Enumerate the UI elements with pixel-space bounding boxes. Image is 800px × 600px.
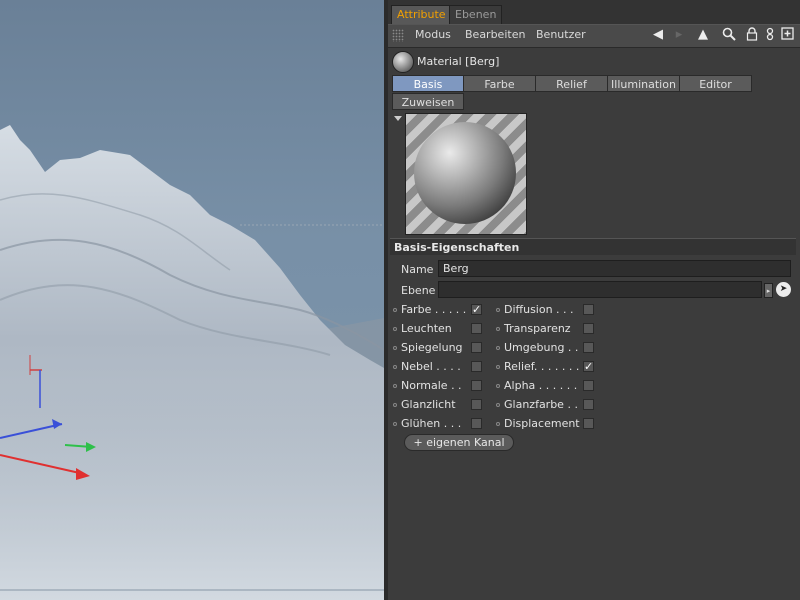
channel-label: Glanzfarbe . . [504,398,578,411]
animation-dot-icon[interactable] [393,346,397,350]
tab-attribute[interactable]: Attribute [391,5,452,24]
channel-checkbox[interactable] [583,399,594,410]
animation-dot-icon[interactable] [496,422,500,426]
tab-editor[interactable]: Editor [679,75,752,92]
channel-label: Farbe . . . . . [401,303,467,316]
material-title: Material [Berg] [417,55,500,68]
menu-bearbeiten[interactable]: Bearbeiten [465,28,525,41]
channel-checkbox[interactable] [583,304,594,315]
channel-checkbox[interactable] [471,342,482,353]
channel-checkbox[interactable] [471,323,482,334]
channel-label: Leuchten [401,322,452,335]
channel-row: Diffusion . . . [496,303,691,318]
channel-label: Spiegelung [401,341,463,354]
animation-dot-icon[interactable] [496,365,500,369]
menu-bar: Modus Bearbeiten Benutzer ◀ ▸ ▲ [388,24,800,48]
channel-label: Nebel . . . . [401,360,461,373]
animation-dot-icon[interactable] [496,346,500,350]
grip-handle-icon[interactable] [392,29,404,42]
up-arrow-icon[interactable]: ▲ [695,27,711,43]
animation-dot-icon[interactable] [496,384,500,388]
name-label: Name [401,263,434,276]
channel-checkbox[interactable] [583,380,594,391]
channel-checkbox[interactable] [583,342,594,353]
menu-modus[interactable]: Modus [415,28,451,41]
animation-dot-icon[interactable] [393,403,397,407]
animation-dot-icon[interactable] [496,403,500,407]
animation-dot-icon[interactable] [393,308,397,312]
animation-dot-icon[interactable] [393,365,397,369]
channel-label: Normale . . [401,379,462,392]
channel-label: Displacement [504,417,580,430]
channel-checkbox[interactable] [471,361,482,372]
material-preview[interactable] [405,113,527,235]
channel-label: Relief. . . . . . . [504,360,580,373]
panel-tabs: Attribute Ebenen [388,0,800,24]
channel-row: Alpha . . . . . . [496,379,691,394]
channel-label: Glanzlicht [401,398,456,411]
lock-icon[interactable] [744,27,760,43]
link-icon[interactable] [762,27,778,43]
channel-row: Relief. . . . . . . ✓ [496,360,691,375]
channel-row: Umgebung . . [496,341,691,356]
animation-dot-icon[interactable] [496,327,500,331]
tab-farbe[interactable]: Farbe [463,75,536,92]
new-window-icon[interactable] [779,27,795,43]
back-arrow-icon[interactable]: ◀ [650,27,666,43]
ebene-dropdown-button[interactable]: ▸ [764,283,773,298]
attribute-panel: Attribute Ebenen Modus Bearbeiten Benutz… [388,0,800,600]
pick-cursor-icon[interactable]: ➤ [776,282,791,297]
channel-row: Transparenz [496,322,691,337]
tab-illumination[interactable]: Illumination [607,75,680,92]
channel-checkbox[interactable] [583,418,594,429]
mountain-render [0,125,384,600]
ebene-input[interactable] [438,281,762,298]
tab-ebenen[interactable]: Ebenen [449,5,503,24]
collapse-triangle-icon[interactable] [394,116,402,121]
animation-dot-icon[interactable] [496,308,500,312]
search-icon[interactable] [721,27,737,43]
add-channel-button[interactable]: + eigenen Kanal [404,434,514,451]
tab-relief[interactable]: Relief [535,75,608,92]
channel-checkbox[interactable] [471,380,482,391]
3d-viewport[interactable] [0,0,384,600]
channel-checkbox[interactable]: ✓ [471,304,482,315]
material-header: Material [Berg] [388,48,800,74]
preview-sphere [414,122,516,224]
channel-checkbox[interactable] [583,323,594,334]
forward-arrow-icon[interactable]: ▸ [671,27,687,43]
material-sphere-icon [392,51,414,73]
animation-dot-icon[interactable] [393,327,397,331]
channel-label: Glühen . . . [401,417,462,430]
tab-basis[interactable]: Basis [392,75,464,92]
animation-dot-icon[interactable] [393,384,397,388]
channel-label: Diffusion . . . [504,303,574,316]
section-basis-eigenschaften: Basis-Eigenschaften [390,238,796,255]
channel-label: Transparenz [504,322,571,335]
channel-row: Glanzfarbe . . [496,398,691,413]
animation-dot-icon[interactable] [393,422,397,426]
ebene-label: Ebene [401,284,436,297]
channel-checkbox[interactable] [471,418,482,429]
channel-checkbox[interactable]: ✓ [583,361,594,372]
channel-label: Alpha . . . . . . [504,379,578,392]
name-input[interactable] [438,260,791,277]
channel-label: Umgebung . . [504,341,579,354]
tab-zuweisen[interactable]: Zuweisen [392,93,464,110]
menu-benutzer[interactable]: Benutzer [536,28,586,41]
channel-row: Displacement [496,417,691,432]
channel-checkbox[interactable] [471,399,482,410]
